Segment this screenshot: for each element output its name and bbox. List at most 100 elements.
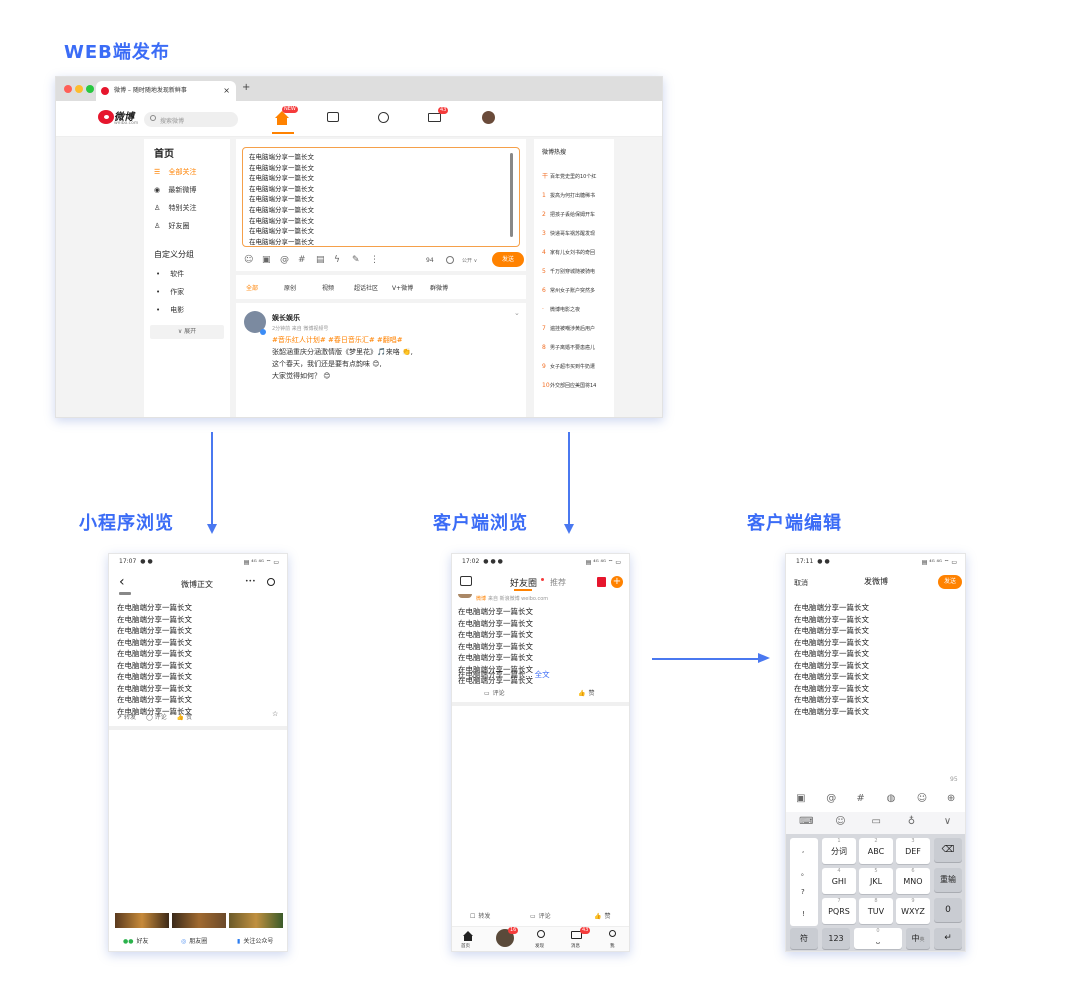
key-symbol[interactable]: 符 bbox=[790, 928, 818, 949]
at-icon[interactable]: @ bbox=[280, 255, 289, 265]
sidebar-item-friends[interactable]: ♙ 好友圈 bbox=[154, 221, 224, 231]
hot-search-item[interactable]: 7 遍挂被嘲涉黄后用户 bbox=[542, 315, 595, 334]
hot-search-item[interactable]: 2 把孩子丢给保姆开车 bbox=[542, 201, 595, 220]
hot-search-item[interactable]: 10外交部回应美国将14 bbox=[542, 372, 596, 391]
more-icon[interactable]: ⋮ bbox=[370, 255, 379, 265]
favorite-star-icon[interactable]: ☆ bbox=[272, 710, 278, 718]
like-button[interactable]: 赞 bbox=[186, 714, 192, 721]
food-image[interactable] bbox=[115, 913, 169, 928]
close-circle-icon[interactable] bbox=[267, 578, 275, 586]
repost-button[interactable]: 转发 bbox=[124, 714, 136, 721]
feed-tab[interactable]: 视频 bbox=[322, 283, 334, 292]
nav-video-icon[interactable] bbox=[327, 112, 339, 122]
minimize-dot[interactable] bbox=[75, 85, 83, 93]
browser-tab[interactable]: 微博 – 随时随地发现新鲜事 × bbox=[96, 81, 236, 101]
image-icon[interactable]: ▣ bbox=[262, 255, 271, 265]
share-moments-button[interactable]: ◎ 朋友圈 bbox=[181, 936, 207, 945]
red-packet-icon[interactable] bbox=[597, 577, 606, 587]
send-button[interactable]: 发送 bbox=[938, 575, 962, 589]
at-icon[interactable]: @ bbox=[826, 793, 836, 804]
edit-icon[interactable]: ✎ bbox=[352, 255, 360, 265]
hot-search-item[interactable]: 9 女子超市买到牛奶遭 bbox=[542, 353, 595, 372]
schedule-icon[interactable] bbox=[446, 256, 454, 264]
key-ghi[interactable]: 4 GHI bbox=[822, 868, 856, 894]
tab-recommend[interactable]: 推荐 bbox=[550, 577, 566, 588]
hot-search-item[interactable]: 1 拔高为何打出糖稀书 bbox=[542, 182, 595, 201]
comment-button[interactable]: ▭ 评论 bbox=[530, 911, 551, 920]
tab-close-icon[interactable]: × bbox=[223, 81, 230, 101]
keyboard-icon[interactable]: ⌨ bbox=[799, 816, 813, 827]
new-tab-icon[interactable]: + bbox=[242, 82, 250, 93]
key-def[interactable]: 3 DEF bbox=[896, 838, 930, 864]
key-abc[interactable]: 2 ABC bbox=[859, 838, 893, 864]
cancel-button[interactable]: 取消 bbox=[794, 578, 808, 588]
camera-icon[interactable] bbox=[460, 576, 472, 586]
comment-button[interactable]: ▭ 评论 bbox=[484, 688, 505, 697]
feed-tab[interactable]: 全部 bbox=[246, 283, 258, 292]
visibility-select[interactable]: 公开 ∨ bbox=[462, 257, 477, 264]
hot-search-item[interactable]: 5 千万别穿城随被骑电 bbox=[542, 258, 595, 277]
post-author[interactable]: 娱长娱乐 bbox=[272, 313, 300, 323]
feed-tab[interactable]: V+微博 bbox=[392, 283, 413, 292]
key-reenter[interactable]: 重输 bbox=[934, 868, 962, 892]
repost-button[interactable]: ☐ 转发 bbox=[470, 911, 490, 920]
key-pqrs[interactable]: 7 PQRS bbox=[822, 898, 856, 924]
sidebar-item-latest[interactable]: ◉ 最新微博 bbox=[154, 185, 224, 195]
like-icon[interactable]: 👍 bbox=[177, 714, 184, 721]
calendar-icon[interactable]: ▤ bbox=[316, 255, 325, 265]
like-button[interactable]: 👍 赞 bbox=[578, 688, 595, 697]
hash-icon[interactable]: # bbox=[298, 255, 306, 265]
back-icon[interactable]: ‹ bbox=[119, 574, 125, 590]
emoji-icon[interactable]: ☺ bbox=[917, 793, 927, 804]
sidebar-expand-button[interactable]: ∨ 展开 bbox=[150, 325, 224, 339]
repost-icon[interactable]: ↗ bbox=[117, 714, 122, 721]
sidebar-group-item[interactable]: • 作家 bbox=[156, 287, 184, 297]
key-wxyz[interactable]: 9 WXYZ bbox=[896, 898, 930, 924]
nav-discover-icon[interactable] bbox=[378, 112, 389, 123]
hash-icon[interactable]: # bbox=[856, 793, 864, 804]
key-language[interactable]: 中英 bbox=[906, 928, 930, 949]
hot-search-item[interactable]: 3 快递哥车祸苏醒发现 bbox=[542, 220, 595, 239]
hot-search-item[interactable]: 6 常州女子账户突然多 bbox=[542, 277, 595, 296]
key-question[interactable]: ? bbox=[801, 888, 805, 896]
post-more-chevron-icon[interactable]: ⌄ bbox=[514, 309, 520, 317]
more-icon[interactable]: ••• bbox=[245, 578, 256, 585]
key-123[interactable]: 123 bbox=[822, 928, 850, 949]
image-icon[interactable]: ▣ bbox=[796, 793, 805, 804]
clipboard-icon[interactable]: ▭ bbox=[872, 816, 881, 827]
key-mno[interactable]: 6 MNO bbox=[896, 868, 930, 894]
lightning-icon[interactable]: ϟ bbox=[334, 255, 340, 265]
feed-tab[interactable]: 原创 bbox=[284, 283, 296, 292]
compose-plus-icon[interactable]: + bbox=[611, 576, 623, 588]
compose-textarea[interactable]: 在电脑端分享一篇长文 在电脑端分享一篇长文 在电脑端分享一篇长文 在电脑端分享一篇长文… bbox=[794, 602, 869, 717]
keyboard-punctuation-column[interactable]: , 。 ? ! bbox=[790, 838, 818, 926]
food-image[interactable] bbox=[172, 913, 226, 928]
hot-search-item[interactable]: · 微博电影之夜 bbox=[542, 296, 580, 315]
key-jkl[interactable]: 5 JKL bbox=[859, 868, 893, 894]
chevron-down-icon[interactable]: ∨ bbox=[944, 816, 951, 827]
key-分词[interactable]: 1 分词 bbox=[822, 838, 856, 864]
nav-home-icon[interactable] bbox=[274, 111, 290, 125]
nav-avatar[interactable] bbox=[482, 111, 495, 124]
sidebar-item-special[interactable]: ♙ 特别关注 bbox=[154, 203, 224, 213]
like-button[interactable]: 👍 赞 bbox=[594, 911, 611, 920]
smile-icon[interactable]: ☺ bbox=[835, 816, 845, 827]
key-enter[interactable]: ↵ bbox=[934, 928, 962, 949]
nav-message-icon[interactable] bbox=[428, 113, 441, 122]
hot-search-item[interactable]: 8 男子离婚不要患癌儿 bbox=[542, 334, 595, 353]
comment-button[interactable]: 评论 bbox=[155, 714, 167, 721]
search-input[interactable]: 搜索微博 bbox=[144, 112, 238, 127]
comment-icon[interactable]: ◯ bbox=[146, 714, 153, 721]
key-tuv[interactable]: 8 TUV bbox=[859, 898, 893, 924]
follow-account-button[interactable]: ▮ 关注公众号 bbox=[237, 936, 273, 945]
key-period[interactable]: 。 bbox=[801, 868, 808, 878]
hot-search-item[interactable]: 干百年党史里的10个红 bbox=[542, 163, 596, 182]
sidebar-group-item[interactable]: • 电影 bbox=[156, 305, 184, 315]
emoji-icon[interactable]: ☺ bbox=[244, 255, 253, 265]
key-space[interactable]: 0 ⎵ bbox=[854, 928, 902, 949]
feed-tab[interactable]: 超话社区 bbox=[354, 283, 378, 292]
sidebar-group-item[interactable]: • 软件 bbox=[156, 269, 184, 279]
feed-tab[interactable]: 群微博 bbox=[430, 283, 448, 292]
key-exclaim[interactable]: ! bbox=[802, 910, 805, 918]
food-image[interactable] bbox=[229, 913, 283, 928]
